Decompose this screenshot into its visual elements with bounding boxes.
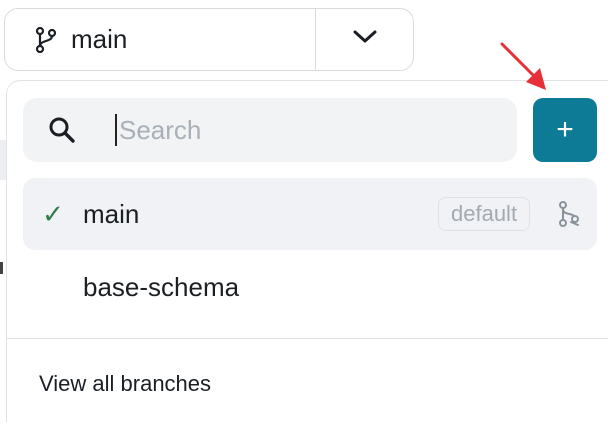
chevron-down-icon: [352, 29, 378, 50]
branch-name: main: [83, 198, 140, 229]
annotation-arrow-icon: [500, 42, 546, 90]
branch-name: base-schema: [83, 271, 240, 302]
current-branch-label: main: [71, 24, 128, 54]
screen: main + ✓ main defaul: [0, 0, 608, 422]
git-branch-icon: [33, 26, 59, 53]
branch-dropdown-panel: + ✓ main default base-schema View all br…: [6, 80, 608, 422]
git-merge-icon[interactable]: [555, 200, 583, 228]
branch-selector: main: [4, 8, 414, 71]
branch-search-box[interactable]: [23, 98, 517, 162]
check-icon: ✓: [42, 198, 64, 229]
branch-search-input[interactable]: [115, 114, 475, 146]
view-all-branches-link[interactable]: View all branches: [39, 371, 211, 397]
branch-item-main[interactable]: ✓ main default: [23, 178, 597, 250]
default-badge: default: [438, 197, 531, 231]
branch-selector-button[interactable]: main: [5, 9, 316, 70]
background-text-fragment: [0, 262, 3, 274]
branch-dropdown-toggle[interactable]: [316, 9, 413, 70]
divider: [7, 338, 608, 339]
search-icon: [47, 115, 77, 145]
add-branch-button[interactable]: +: [533, 98, 597, 162]
branch-item-base-schema[interactable]: base-schema: [23, 251, 597, 323]
plus-icon: +: [556, 113, 574, 146]
